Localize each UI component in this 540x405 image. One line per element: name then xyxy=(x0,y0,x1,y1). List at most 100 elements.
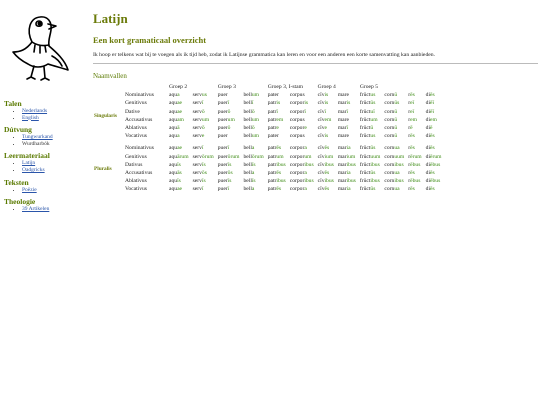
form-cell: frūctus xyxy=(358,132,383,140)
word-ending: a xyxy=(304,145,307,152)
form-cell: bella xyxy=(241,169,265,177)
word-stem: bell xyxy=(243,92,252,99)
word-stem: frūct xyxy=(359,100,371,107)
sidebar-item[interactable]: Poëzie xyxy=(22,187,84,194)
word-ending: ēī xyxy=(430,100,435,107)
word-ending: us xyxy=(370,133,376,140)
word-stem: aqu xyxy=(169,116,178,123)
word-ending: um xyxy=(201,116,210,123)
sidebar-item[interactable]: Tungwurkand xyxy=(22,134,84,141)
form-cell: diēs xyxy=(424,169,444,177)
word-ending: ī xyxy=(201,145,204,152)
word-ending: ūs xyxy=(370,100,376,107)
word-ending: ū xyxy=(394,125,398,132)
word-ending: ōs xyxy=(227,170,233,177)
word-stem: frūct xyxy=(359,108,371,115)
word-ending: ō xyxy=(201,125,205,132)
word-stem: bell xyxy=(243,170,252,177)
word-ending: īs xyxy=(227,178,232,185)
word-stem: cīv xyxy=(317,92,325,99)
word-stem: serv xyxy=(192,186,202,193)
form-cell: diēs xyxy=(424,144,444,152)
form-cell: serve xyxy=(191,132,216,140)
form-cell: aquās xyxy=(167,169,191,177)
table-row: Accusativus aquam servum puerum bellum patrem… xyxy=(92,116,444,124)
word-ending: a xyxy=(251,186,255,193)
sidebar-item[interactable]: 39 Artikelen xyxy=(22,206,84,213)
word-stem: corpor xyxy=(289,153,305,160)
word-stem: bell xyxy=(243,145,252,152)
word-ending: a xyxy=(251,170,255,177)
word-ending: em xyxy=(324,116,332,123)
word-ending: ēs xyxy=(410,170,415,177)
sidebar-link[interactable]: Latijn xyxy=(22,160,35,166)
group-header: Groep 5 xyxy=(359,84,379,90)
form-cell: frūctus xyxy=(358,91,383,99)
case-label: Nominativus xyxy=(125,92,154,99)
sidebar-item[interactable]: Latijn xyxy=(22,160,84,167)
word-ending: ibus xyxy=(346,161,356,168)
word-ending: ēs xyxy=(324,186,330,193)
word-ending: ūs xyxy=(370,170,376,177)
word-ending: ērum xyxy=(410,153,422,160)
form-cell: rē xyxy=(406,124,423,132)
sidebar-link[interactable]: Tungwurkand xyxy=(22,134,53,140)
sidebar-link[interactable]: Nederlands xyxy=(22,108,47,114)
word-stem: puer xyxy=(217,125,228,132)
word-stem: corpor xyxy=(289,108,305,115)
sidebar-section-title: Theologie xyxy=(4,197,36,207)
word-stem: aqu xyxy=(169,186,178,193)
word-ending: ēs xyxy=(410,186,415,193)
word-ending: ī xyxy=(227,100,230,107)
case-label: Nominativus xyxy=(125,145,154,152)
word-stem: mar xyxy=(337,108,347,115)
word-stem: frūct xyxy=(359,133,371,140)
number-label: Pluralis xyxy=(94,165,112,172)
word-stem: frūct xyxy=(359,178,371,185)
word-stem: aqu xyxy=(169,92,178,99)
form-cell: diem xyxy=(424,116,444,124)
sidebar-link[interactable]: English xyxy=(22,115,39,121)
form-cell: maria xyxy=(336,185,358,193)
sidebar-item[interactable]: Nederlands xyxy=(22,108,84,115)
word-ending: ēs xyxy=(410,92,415,99)
word-ending: ō xyxy=(227,108,231,115)
word-ending: a xyxy=(177,92,180,99)
word-stem: puer xyxy=(217,133,228,140)
word-ending: uum xyxy=(394,153,405,160)
form-cell: diēī xyxy=(424,99,444,107)
word-stem: serv xyxy=(192,161,202,168)
sidebar-item[interactable]: Oadgricks xyxy=(22,167,84,174)
form-cell: corporī xyxy=(288,108,316,116)
sidebar-list: Poëzie xyxy=(4,187,84,194)
word-ending: ua xyxy=(394,170,400,177)
form-cell: cīvī xyxy=(316,108,336,116)
form-cell: aquae xyxy=(167,144,191,152)
page-title: Latijn xyxy=(93,11,128,26)
form-cell: frūctibus xyxy=(358,161,383,169)
word-ending: ēbus xyxy=(410,178,421,185)
form-cell: patris xyxy=(266,99,288,107)
sidebar-item[interactable]: English xyxy=(22,115,84,122)
word-ending: a xyxy=(304,170,307,177)
word-ending: is xyxy=(324,133,329,140)
case-label: Accusativus xyxy=(125,116,153,123)
form-cell: diērum xyxy=(424,153,444,161)
form-cell: rem xyxy=(406,116,423,124)
word-stem: frūct xyxy=(359,145,371,152)
form-cell: rēs xyxy=(406,91,423,99)
sidebar-link[interactable]: Oadgricks xyxy=(22,167,45,173)
sidebar-list: TungwurkandWurdharbók xyxy=(4,134,84,147)
sidebar-link[interactable]: 39 Artikelen xyxy=(22,206,49,212)
sidebar-link[interactable]: Poëzie xyxy=(22,187,37,193)
word-stem: corn xyxy=(384,92,395,99)
form-cell: cornū xyxy=(382,91,406,99)
word-ending: ibus xyxy=(304,178,314,185)
case-label: Ablativus xyxy=(125,125,147,132)
form-cell: reī xyxy=(406,99,423,107)
word-stem: cīv xyxy=(317,170,325,177)
pigeon-logo-icon[interactable] xyxy=(10,12,72,84)
word-stem: corpor xyxy=(289,161,305,168)
word-stem: cīv xyxy=(317,153,325,160)
word-stem: cīv xyxy=(317,116,325,123)
